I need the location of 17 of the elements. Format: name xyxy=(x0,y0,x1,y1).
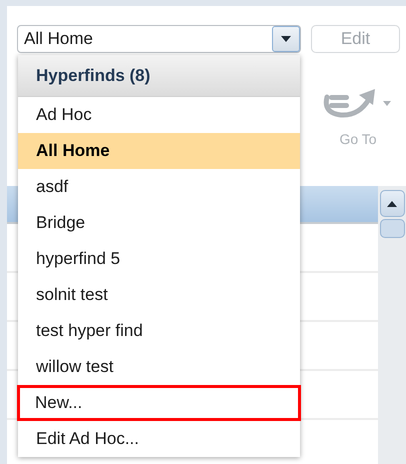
scroll-up-button[interactable] xyxy=(380,190,404,217)
menu-item[interactable]: willow test xyxy=(18,349,300,385)
menu-item[interactable]: hyperfind 5 xyxy=(18,241,300,277)
menu-item[interactable]: test hyper find xyxy=(18,313,300,349)
hyperfind-select[interactable]: All Home xyxy=(17,25,301,53)
menu-item[interactable]: asdf xyxy=(18,169,300,205)
dropdown-button[interactable] xyxy=(272,26,300,52)
scroll-thumb[interactable] xyxy=(380,219,404,238)
menu-item[interactable]: Ad Hoc xyxy=(18,97,300,133)
up-arrow-icon xyxy=(387,200,397,206)
caret-icon xyxy=(281,36,291,42)
menu-header: Hyperfinds (8) xyxy=(18,55,300,97)
menu-item[interactable]: Edit Ad Hoc... xyxy=(18,421,300,457)
menu-item[interactable]: New... xyxy=(17,385,301,421)
menu-item[interactable]: All Home xyxy=(18,133,300,169)
menu-item[interactable]: solnit test xyxy=(18,277,300,313)
menu-item[interactable]: Bridge xyxy=(18,205,300,241)
